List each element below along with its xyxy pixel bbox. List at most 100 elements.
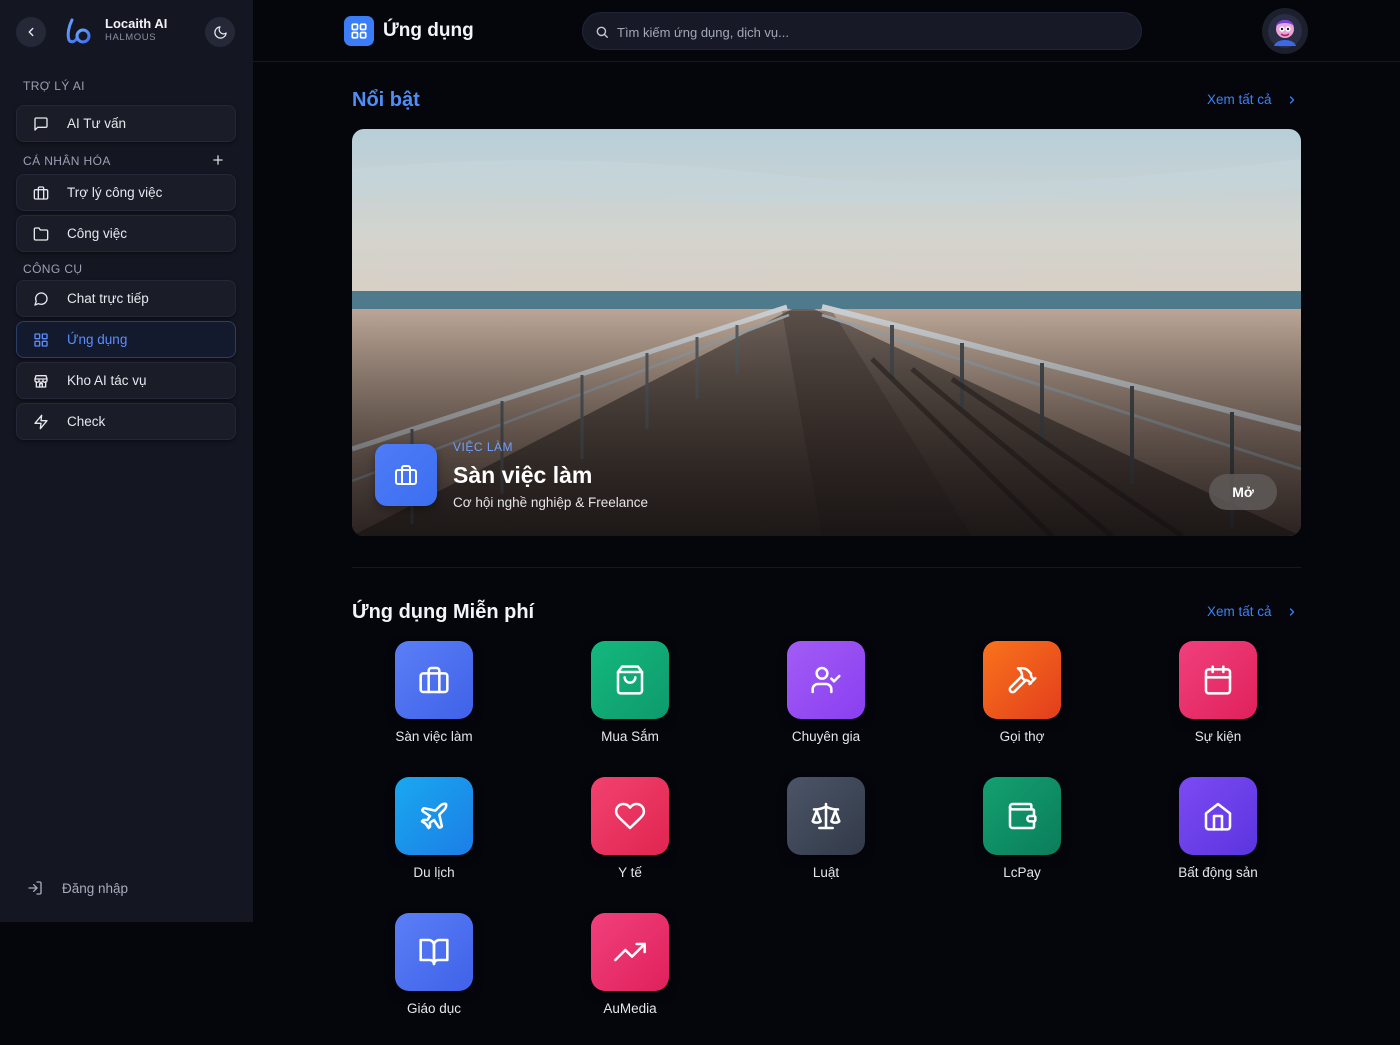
back-button[interactable] bbox=[16, 17, 46, 47]
book-open-icon bbox=[419, 938, 449, 966]
briefcase-icon bbox=[419, 666, 449, 694]
sidebar-item-label: Trợ lý công việc bbox=[67, 185, 163, 200]
app-tile-label: LcPay bbox=[1003, 865, 1041, 880]
free-apps-section-title: Ứng dụng Miễn phí bbox=[352, 601, 535, 623]
sidebar-item-label: Kho AI tác vụ bbox=[67, 373, 147, 388]
briefcase-icon bbox=[33, 186, 49, 200]
app-tile-icon-box bbox=[983, 777, 1061, 855]
app-tile-job-market[interactable]: Sàn việc làm bbox=[374, 641, 494, 751]
featured-see-all-link[interactable]: Xem tất cả bbox=[1207, 92, 1298, 107]
app-tile-label: Sự kiện bbox=[1194, 729, 1242, 744]
section-label-tools: CÔNG CỤ bbox=[23, 262, 83, 276]
app-tile-icon-box bbox=[983, 641, 1061, 719]
moon-icon bbox=[213, 25, 227, 39]
app-tile-handyman[interactable]: Gọi thợ bbox=[962, 641, 1082, 751]
store-icon bbox=[34, 375, 48, 388]
chevron-left-icon bbox=[28, 27, 34, 37]
plus-icon bbox=[213, 155, 223, 165]
app-tile-real-estate[interactable]: Bất động sản bbox=[1158, 777, 1278, 887]
chevron-right-icon bbox=[1289, 95, 1294, 104]
sidebar-item-label: AI Tư vấn bbox=[67, 116, 127, 131]
add-personalize-button[interactable] bbox=[210, 152, 226, 168]
featured-banner[interactable]: VIỆC LÀM Sàn việc làm Cơ hội nghề nghiệp… bbox=[352, 129, 1301, 536]
section-label-ai-assistant: TRỢ LÝ AI bbox=[23, 79, 85, 93]
app-tile-label: Giáo dục bbox=[406, 1001, 462, 1016]
sidebar-item-label: Công việc bbox=[67, 226, 128, 241]
folder-icon bbox=[33, 227, 49, 241]
app-tile-icon-box bbox=[591, 777, 669, 855]
featured-category: VIỆC LÀM bbox=[453, 440, 514, 454]
free-apps-see-all-link[interactable]: Xem tất cả bbox=[1207, 604, 1298, 619]
see-all-label: Xem tất cả bbox=[1207, 92, 1272, 107]
topbar: Ứng dụng bbox=[253, 0, 1400, 62]
message-circle-icon bbox=[34, 292, 48, 306]
app-tile-events[interactable]: Sự kiện bbox=[1158, 641, 1278, 751]
app-tile-label: Du lịch bbox=[413, 865, 455, 880]
app-tile-label: Y tế bbox=[618, 865, 642, 880]
app-tile-lcpay[interactable]: LcPay bbox=[962, 777, 1082, 887]
sidebar: Locaith AI HALMOUS TRỢ LÝ AI AI Tư vấn C… bbox=[0, 0, 253, 922]
see-all-label: Xem tất cả bbox=[1207, 604, 1272, 619]
app-tile-label: AuMedia bbox=[603, 1001, 657, 1016]
page-title: Ứng dụng bbox=[383, 20, 474, 41]
wallet-icon bbox=[1008, 802, 1037, 830]
message-square-icon bbox=[34, 117, 48, 131]
sidebar-item-label: Check bbox=[67, 414, 106, 429]
section-label-personalize: CÁ NHÂN HÓA bbox=[23, 154, 111, 168]
plane-icon bbox=[420, 802, 448, 830]
app-tile-icon-box bbox=[395, 913, 473, 991]
home-icon bbox=[1204, 802, 1232, 831]
search-input[interactable] bbox=[617, 22, 1117, 42]
app-tile-travel[interactable]: Du lịch bbox=[374, 777, 494, 887]
app-tile-shopping[interactable]: Mua Sắm bbox=[570, 641, 690, 751]
app-tile-label: Gọi thợ bbox=[999, 729, 1045, 744]
sidebar-item-label: Ứng dụng bbox=[67, 332, 128, 347]
search-bar[interactable] bbox=[582, 12, 1142, 50]
open-button[interactable]: Mở bbox=[1209, 474, 1277, 510]
app-tile-icon-box bbox=[1179, 641, 1257, 719]
app-tile-icon-box bbox=[787, 777, 865, 855]
sidebar-item-ai-task-store[interactable]: Kho AI tác vụ bbox=[16, 362, 236, 399]
user-check-icon bbox=[811, 666, 841, 694]
app-tile-education[interactable]: Giáo dục bbox=[374, 913, 494, 1023]
featured-section-title: Nổi bật bbox=[352, 89, 420, 111]
app-tile-icon-box bbox=[787, 641, 865, 719]
heart-icon bbox=[614, 802, 646, 830]
app-tile-health[interactable]: Y tế bbox=[570, 777, 690, 887]
app-tile-label: Luật bbox=[812, 865, 840, 880]
sidebar-item-ai-consult[interactable]: AI Tư vấn bbox=[16, 105, 236, 142]
app-tile-expert[interactable]: Chuyên gia bbox=[766, 641, 886, 751]
briefcase-icon bbox=[395, 465, 417, 485]
sidebar-item-check[interactable]: Check bbox=[16, 403, 236, 440]
section-divider bbox=[352, 567, 1301, 568]
grid-icon bbox=[351, 23, 367, 39]
sidebar-item-apps[interactable]: Ứng dụng bbox=[16, 321, 236, 358]
featured-title: Sàn việc làm bbox=[453, 462, 593, 488]
login-button[interactable]: Đăng nhập bbox=[27, 878, 128, 898]
app-tile-law[interactable]: Luật bbox=[766, 777, 886, 887]
app-tile-icon-box bbox=[591, 641, 669, 719]
app-tile-label: Mua Sắm bbox=[601, 729, 659, 744]
grid-icon bbox=[34, 333, 48, 347]
log-in-icon bbox=[28, 881, 42, 895]
shopping-bag-icon bbox=[616, 665, 644, 695]
sidebar-item-work[interactable]: Công việc bbox=[16, 215, 236, 252]
theme-toggle-button[interactable] bbox=[205, 17, 235, 47]
app-tile-label: Chuyên gia bbox=[791, 729, 861, 744]
chevron-right-icon bbox=[1289, 607, 1294, 616]
app-tile-icon-box bbox=[1179, 777, 1257, 855]
app-tile-aumedia[interactable]: AuMedia bbox=[570, 913, 690, 1023]
avatar[interactable] bbox=[1262, 8, 1308, 54]
apps-header-icon-box bbox=[344, 16, 374, 46]
sidebar-item-work-assistant[interactable]: Trợ lý công việc bbox=[16, 174, 236, 211]
featured-app-icon-box bbox=[375, 444, 437, 506]
calendar-icon bbox=[1204, 665, 1232, 695]
sidebar-item-live-chat[interactable]: Chat trực tiếp bbox=[16, 280, 236, 317]
user-avatar-icon bbox=[1268, 14, 1302, 48]
app-tile-label: Sàn việc làm bbox=[395, 729, 473, 744]
brand-name: Locaith AI bbox=[105, 16, 168, 31]
app-tile-icon-box bbox=[395, 777, 473, 855]
sidebar-item-label: Chat trực tiếp bbox=[67, 291, 149, 306]
app-tile-icon-box bbox=[395, 641, 473, 719]
zap-icon bbox=[34, 414, 48, 430]
